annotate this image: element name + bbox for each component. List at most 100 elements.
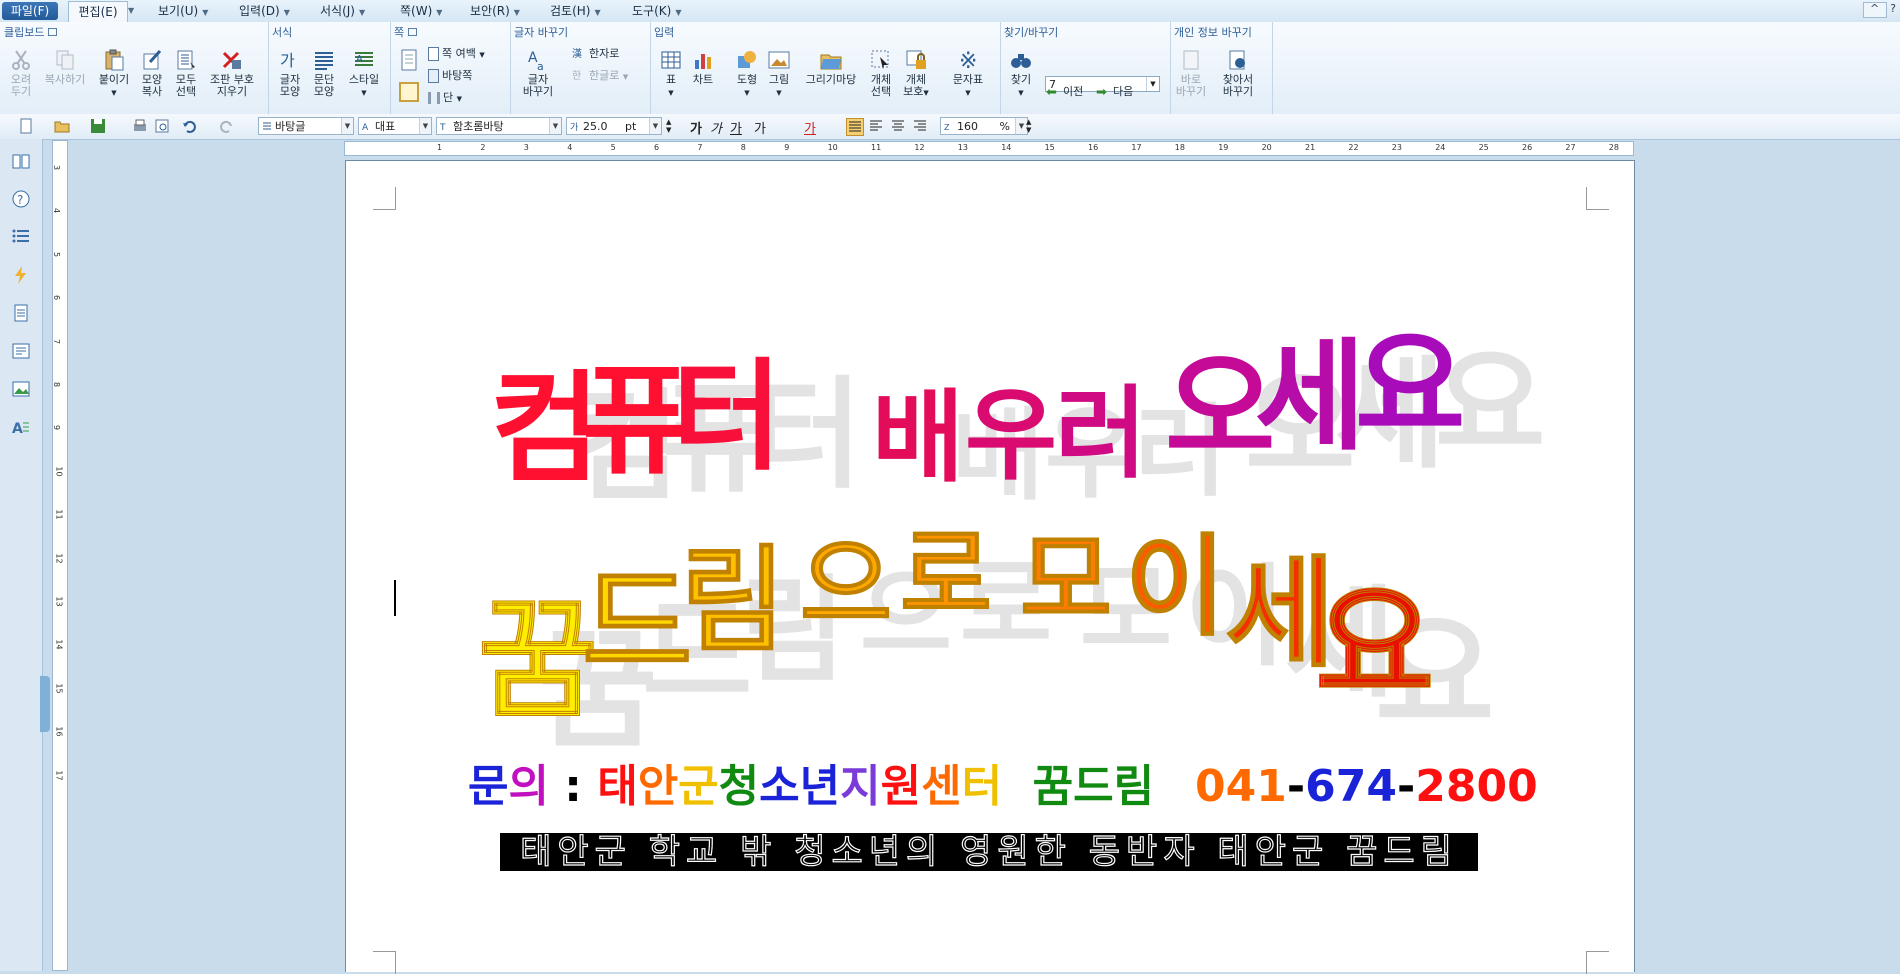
- print-preview-icon[interactable]: [154, 118, 170, 134]
- replace-now-button[interactable]: 바로 바꾸기: [1174, 48, 1208, 98]
- page-layout-button[interactable]: [396, 80, 422, 106]
- change-char-button[interactable]: Aa 글자 바꾸기: [516, 48, 560, 98]
- language-select-value: 대표: [375, 120, 396, 133]
- ruler-number: 6: [654, 143, 660, 152]
- expand-icon[interactable]: [48, 28, 58, 36]
- horizontal-ruler[interactable]: 1 2 3 4 5 6 7 8 9 10 11 12 13 14 15 16 17 18 19 20 21 22 23 24 2…: [344, 141, 1634, 156]
- font-select-value: 함초롬바탕: [453, 120, 504, 133]
- menu-format[interactable]: 서식(J) ▼: [320, 0, 365, 22]
- new-document-icon[interactable]: [18, 118, 34, 134]
- contact-segment: 지: [840, 761, 881, 812]
- chevron-down-icon: ▼: [513, 8, 520, 17]
- to-hangul-button[interactable]: 한 한글로 ▼: [572, 68, 628, 84]
- document-icon[interactable]: [11, 303, 31, 323]
- zoom-stepper[interactable]: ▲ ▼: [1026, 118, 1036, 134]
- chevron-down-icon[interactable]: ▼: [419, 118, 431, 134]
- object-select-button[interactable]: 개체 선택: [866, 48, 896, 98]
- italic-button[interactable]: 가: [710, 118, 726, 137]
- text-style-icon[interactable]: A: [11, 417, 31, 437]
- format-copy-button[interactable]: 모양 복사: [136, 48, 168, 98]
- page-margin-button[interactable]: 쪽 여백 ▼: [428, 46, 485, 62]
- form-icon[interactable]: [11, 341, 31, 361]
- print-icon[interactable]: [132, 118, 148, 134]
- align-right-icon[interactable]: [912, 118, 928, 134]
- underline-button[interactable]: 가: [730, 118, 746, 137]
- copy-button[interactable]: 복사하기: [40, 48, 90, 86]
- chevron-down-icon: ▼: [744, 89, 750, 97]
- list-icon[interactable]: [11, 227, 31, 247]
- picture-label: 그림: [768, 73, 790, 86]
- zoom-input[interactable]: Z 160 % ▼: [940, 117, 1028, 135]
- help-button[interactable]: ?: [1890, 2, 1896, 15]
- shape-button[interactable]: 도형 ▼: [732, 48, 762, 99]
- para-shape-button[interactable]: 문단 모양: [308, 48, 340, 98]
- select-all-button[interactable]: 모두 선택: [170, 48, 202, 98]
- replace-icon: [1183, 50, 1199, 70]
- menu-insert[interactable]: 입력(D) ▼: [239, 0, 290, 22]
- find-next-button[interactable]: ➡ 다음: [1096, 84, 1133, 100]
- cut-button[interactable]: 오려 두기: [6, 48, 36, 98]
- ruler-number: 17: [54, 770, 64, 781]
- vertical-ruler[interactable]: 3 4 5 6 7 8 9 10 11 12 13 14 15 16 17: [52, 140, 68, 971]
- strike-button[interactable]: 가: [754, 118, 770, 137]
- font-size-input[interactable]: 가 25.0 pt ▼: [566, 117, 662, 135]
- font-select[interactable]: T 함초롬바탕 ▼: [436, 117, 562, 135]
- expand-icon[interactable]: [408, 28, 418, 36]
- font-color-button[interactable]: 가: [804, 118, 820, 137]
- columns-label: 단: [443, 91, 454, 104]
- save-icon[interactable]: [90, 118, 106, 134]
- lightning-icon[interactable]: [11, 265, 31, 285]
- remove-marks-button[interactable]: 조판 부호 지우기: [204, 48, 260, 98]
- chevron-down-icon: ▼: [479, 51, 485, 59]
- help-icon[interactable]: ?: [11, 189, 31, 209]
- to-hanja-button[interactable]: 漢 한자로: [572, 46, 619, 62]
- page-button[interactable]: [396, 48, 422, 74]
- redo-icon[interactable]: [218, 118, 234, 134]
- chevron-down-icon[interactable]: ▼: [341, 118, 353, 134]
- columns-button[interactable]: 단 ▼: [428, 90, 462, 106]
- contact-segment: 문: [468, 761, 509, 812]
- replace-now-label: 바로 바꾸기: [1175, 73, 1207, 98]
- menu-tools[interactable]: 도구(K) ▼: [632, 0, 681, 22]
- menu-file[interactable]: 파일(F): [2, 2, 58, 20]
- align-justify-icon[interactable]: [846, 118, 864, 136]
- table-button[interactable]: 표 ▼: [656, 48, 686, 99]
- chevron-down-icon[interactable]: ▼: [649, 118, 661, 134]
- style-button[interactable]: A 스타일 ▼: [344, 48, 384, 99]
- char-shape-button[interactable]: 가 글자 모양: [274, 48, 306, 98]
- picture-icon: [768, 51, 790, 69]
- book-icon[interactable]: [11, 151, 31, 171]
- font-size-stepper[interactable]: ▲ ▼: [666, 118, 676, 134]
- menu-review[interactable]: 검토(H) ▼: [550, 0, 601, 22]
- charmap-button[interactable]: ※ 문자표 ▼: [948, 48, 988, 99]
- align-center-icon[interactable]: [890, 118, 906, 134]
- drawing-button[interactable]: 그리기마당: [798, 48, 864, 86]
- find-prev-button[interactable]: ⬅ 이전: [1046, 84, 1083, 100]
- menu-security[interactable]: 보안(R) ▼: [470, 0, 520, 22]
- picture-button[interactable]: 그림 ▼: [764, 48, 794, 99]
- find-button[interactable]: 찾기 ▼: [1006, 48, 1036, 99]
- menu-edit[interactable]: 편집(E): [68, 1, 128, 23]
- sidebar-collapse-handle[interactable]: [40, 676, 50, 732]
- style-select[interactable]: 바탕글 ▼: [258, 117, 354, 135]
- chevron-down-icon[interactable]: ▼: [549, 118, 561, 134]
- find-replace-button[interactable]: 찾아서 바꾸기: [1214, 48, 1262, 98]
- background-page-button[interactable]: 바탕쪽: [428, 68, 472, 84]
- hanja-icon: 漢: [572, 49, 582, 60]
- menu-page[interactable]: 쪽(W) ▼: [400, 0, 442, 22]
- align-left-icon[interactable]: [868, 118, 884, 134]
- open-folder-icon[interactable]: [54, 118, 70, 134]
- undo-icon[interactable]: [182, 118, 198, 134]
- image-gallery-icon[interactable]: [11, 379, 31, 399]
- paste-button[interactable]: 붙이기 ▼: [96, 48, 132, 99]
- minimize-ribbon-button[interactable]: ^: [1862, 2, 1887, 18]
- object-protect-button[interactable]: 개체 보호▼: [898, 48, 934, 99]
- menu-edit-dropdown-icon[interactable]: ▼: [128, 0, 134, 22]
- chart-button[interactable]: 차트: [688, 48, 718, 86]
- menu-view[interactable]: 보기(U) ▼: [158, 0, 208, 22]
- bold-button[interactable]: 가: [690, 118, 706, 137]
- chevron-down-icon[interactable]: ▼: [1146, 77, 1159, 91]
- language-select[interactable]: A 대표 ▼: [358, 117, 432, 135]
- ruler-number: 26: [1522, 143, 1533, 152]
- lock-icon: [906, 50, 926, 69]
